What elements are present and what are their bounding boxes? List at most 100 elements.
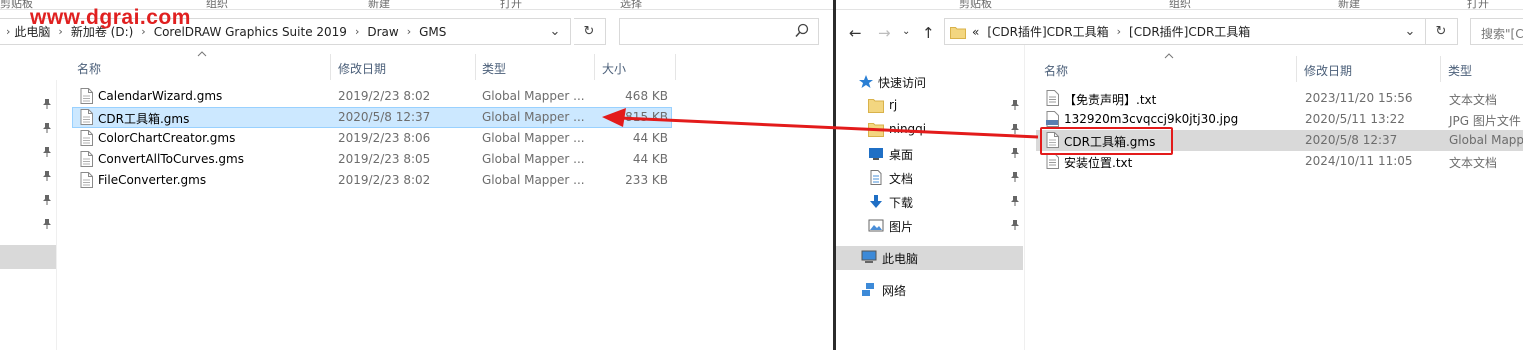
up-arrow-icon[interactable]: ↑ — [922, 24, 935, 42]
download-icon — [870, 195, 882, 208]
pin-icon[interactable] — [42, 218, 52, 230]
watermark: www.dgrai.com — [30, 6, 191, 29]
nav-label: 此电脑 — [882, 252, 919, 266]
navigation-pane — [0, 80, 57, 350]
text-file-icon — [1046, 90, 1059, 106]
gms-file-icon — [80, 151, 93, 167]
search-icon — [795, 23, 809, 38]
column-divider — [1296, 56, 1297, 82]
gms-file-icon — [80, 172, 93, 188]
column-header-row: 名称 修改日期 类型 — [1036, 53, 1523, 82]
file-name: CDR工具箱.gms — [98, 112, 190, 126]
annotation-arrow — [602, 108, 1039, 139]
file-size: 468 KB — [625, 89, 668, 103]
breadcrumb-separator: › — [354, 25, 360, 38]
nav-item-downloads[interactable]: 下载 — [836, 190, 1026, 214]
column-divider — [1440, 56, 1441, 82]
chevron-down-icon[interactable]: ⌄ — [541, 19, 569, 44]
file-date: 2020/5/8 12:37 — [338, 110, 431, 124]
forward-arrow-icon[interactable]: → — [878, 24, 891, 42]
pin-icon[interactable] — [42, 98, 52, 110]
file-type: Global Mapper ... — [482, 152, 585, 166]
chevron-down-icon[interactable]: ⌄ — [902, 26, 910, 37]
file-date: 2023/11/20 15:56 — [1305, 91, 1413, 105]
pin-icon[interactable] — [1010, 171, 1020, 183]
refresh-icon: ↻ — [1435, 24, 1447, 39]
column-type[interactable]: 类型 — [476, 54, 506, 80]
column-size[interactable]: 大小 — [596, 54, 626, 80]
ribbon-label: 剪贴板 — [0, 0, 33, 10]
nav-label: 文档 — [889, 172, 914, 186]
sort-ascending-icon — [197, 51, 207, 57]
pin-icon[interactable] — [42, 122, 52, 134]
column-name[interactable]: 名称 — [1038, 56, 1068, 82]
file-row[interactable]: ConvertAllToCurves.gms 2019/2/23 8:05 Gl… — [72, 149, 674, 170]
file-date: 2019/2/23 8:02 — [338, 89, 431, 103]
pin-icon[interactable] — [42, 146, 52, 158]
ribbon-label: 组织 — [1169, 0, 1191, 10]
column-type[interactable]: 类型 — [1442, 56, 1472, 82]
refresh-button[interactable]: ↻ — [1426, 18, 1458, 45]
pin-icon[interactable] — [1010, 147, 1020, 159]
column-divider — [675, 54, 676, 80]
pin-icon[interactable] — [42, 170, 52, 182]
network-icon — [862, 283, 874, 296]
column-date[interactable]: 修改日期 — [332, 54, 386, 80]
file-date: 2019/2/23 8:05 — [338, 152, 431, 166]
pin-icon[interactable] — [42, 194, 52, 206]
file-row[interactable]: 【免责声明】.txt 2023/11/20 15:56 文本文档 — [1036, 88, 1523, 109]
breadcrumb-cdr-plugin-sub[interactable]: [CDR插件]CDR工具箱 — [1129, 23, 1250, 40]
file-row[interactable]: FileConverter.gms 2019/2/23 8:02 Global … — [72, 170, 674, 191]
file-type: 文本文档 — [1449, 93, 1498, 107]
back-arrow-icon[interactable]: ← — [849, 24, 862, 42]
right-explorer-window: 剪贴板 组织 新建 打开 ← → ⌄ ↑ « [CDR插件]CDR工具箱 › [… — [836, 0, 1523, 350]
search-input[interactable]: 搜索"[C — [1470, 18, 1523, 45]
nav-item-this-pc[interactable] — [0, 245, 56, 269]
file-name: ColorChartCreator.gms — [98, 131, 236, 145]
ribbon-label: 打开 — [1467, 0, 1489, 10]
file-row[interactable]: ColorChartCreator.gms 2019/2/23 8:06 Glo… — [72, 128, 674, 149]
breadcrumb-cdr-plugin[interactable]: [CDR插件]CDR工具箱 — [987, 23, 1108, 40]
breadcrumb-overflow[interactable]: « — [972, 25, 987, 39]
nav-item-quick-access[interactable]: 快速访问 — [836, 70, 1026, 94]
address-bar[interactable]: « [CDR插件]CDR工具箱 › [CDR插件]CDR工具箱 ⌄ — [944, 18, 1426, 45]
file-type: Global Mapper ... — [482, 173, 585, 187]
nav-item-pictures[interactable]: 图片 — [836, 214, 1026, 238]
file-date: 2020/5/8 12:37 — [1305, 133, 1398, 147]
file-name: 安装位置.txt — [1064, 156, 1133, 170]
refresh-button[interactable]: ↻ — [574, 18, 606, 45]
nav-item-documents[interactable]: 文档 — [836, 166, 1026, 190]
jpg-file-icon — [1046, 111, 1059, 127]
file-date: 2024/10/11 11:05 — [1305, 154, 1413, 168]
nav-label: 图片 — [889, 220, 914, 234]
column-name[interactable]: 名称 — [71, 54, 101, 80]
ribbon-label: 选择 — [620, 0, 642, 10]
sort-ascending-icon — [1164, 53, 1174, 59]
nav-item-desktop[interactable]: 桌面 — [836, 142, 1026, 166]
file-name: ConvertAllToCurves.gms — [98, 152, 244, 166]
ribbon-label: 组织 — [206, 0, 228, 10]
file-type: Global Mapp — [1449, 133, 1523, 147]
chevron-down-icon[interactable]: ⌄ — [1396, 19, 1424, 44]
breadcrumb-draw[interactable]: Draw — [367, 25, 398, 39]
search-placeholder: 搜索"[C — [1481, 27, 1523, 41]
file-row-selected[interactable]: CDR工具箱.gms 2020/5/8 12:37 Global Mapper … — [72, 107, 672, 128]
file-name: FileConverter.gms — [98, 173, 207, 187]
file-type: 文本文档 — [1449, 156, 1498, 170]
breadcrumb-gms[interactable]: GMS — [419, 25, 446, 39]
document-icon — [870, 170, 882, 185]
left-explorer-window: 剪贴板 组织 新建 打开 选择 › 此电脑 › 新加卷 (D:) › Corel… — [0, 0, 833, 350]
file-row[interactable]: CalendarWizard.gms 2019/2/23 8:02 Global… — [72, 86, 674, 107]
nav-item-this-pc[interactable]: 此电脑 — [836, 246, 1023, 270]
nav-item-network[interactable]: 网络 — [836, 278, 1026, 302]
column-date[interactable]: 修改日期 — [1298, 56, 1352, 82]
column-divider — [594, 54, 595, 80]
ribbon-group-labels: 剪贴板 组织 新建 打开 — [836, 0, 1523, 10]
ribbon-label: 新建 — [1338, 0, 1360, 10]
breadcrumb-separator: › — [6, 25, 11, 38]
pin-icon[interactable] — [1010, 219, 1020, 231]
star-icon — [859, 75, 873, 88]
search-input[interactable] — [619, 18, 819, 45]
file-type: Global Mapper ... — [482, 89, 585, 103]
pin-icon[interactable] — [1010, 195, 1020, 207]
